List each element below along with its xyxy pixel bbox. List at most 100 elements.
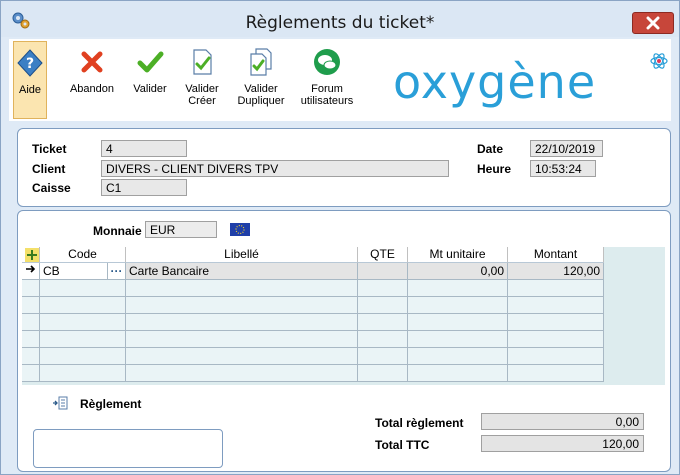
cross-icon xyxy=(81,51,103,73)
empty-cell[interactable] xyxy=(508,280,604,297)
window-title: Règlements du ticket* xyxy=(245,13,435,33)
empty-cell[interactable] xyxy=(358,365,408,382)
empty-cell[interactable] xyxy=(508,331,604,348)
empty-cell[interactable] xyxy=(358,280,408,297)
cell-libelle[interactable]: Carte Bancaire xyxy=(126,263,358,280)
heure-label: Heure xyxy=(477,162,512,176)
ticket-info-panel: Ticket 4 Client DIVERS - CLIENT DIVERS T… xyxy=(17,128,671,207)
empty-cell[interactable] xyxy=(358,314,408,331)
empty-cell[interactable] xyxy=(358,331,408,348)
reglement-list-icon xyxy=(53,396,68,410)
empty-cell[interactable] xyxy=(126,365,358,382)
cell-montant[interactable]: 120,00 xyxy=(508,263,604,280)
empty-cell[interactable] xyxy=(40,365,126,382)
empty-cell[interactable] xyxy=(126,297,358,314)
empty-cell[interactable] xyxy=(126,348,358,365)
valider-label: Valider xyxy=(133,83,167,95)
row-indicator xyxy=(22,263,40,280)
empty-cell[interactable] xyxy=(40,348,126,365)
close-button[interactable] xyxy=(632,12,674,34)
toolbar: ? Aide Abandon Valider Valider Créer Val… xyxy=(9,39,671,121)
add-row-icon xyxy=(25,248,39,262)
empty-cell[interactable] xyxy=(408,314,508,331)
empty-cell[interactable] xyxy=(358,348,408,365)
total-reglement-label: Total règlement xyxy=(375,416,464,430)
empty-cell xyxy=(22,297,40,314)
empty-cell[interactable] xyxy=(408,331,508,348)
svg-text:?: ? xyxy=(26,56,34,72)
empty-cell[interactable] xyxy=(126,280,358,297)
cell-code[interactable]: CB xyxy=(40,263,108,280)
col-header-qte[interactable]: QTE xyxy=(358,247,408,263)
doc-check-icon xyxy=(193,49,212,75)
forum-button[interactable]: Forum utilisateurs xyxy=(299,41,355,119)
total-reglement-field: 0,00 xyxy=(481,413,644,430)
empty-cell[interactable] xyxy=(408,280,508,297)
monnaie-label: Monnaie xyxy=(93,224,142,238)
col-header-montant[interactable]: Montant xyxy=(508,247,604,263)
cell-mt-unitaire[interactable]: 0,00 xyxy=(408,263,508,280)
empty-cell[interactable] xyxy=(508,365,604,382)
empty-cell[interactable] xyxy=(408,297,508,314)
client-label: Client xyxy=(32,162,66,176)
valider-creer-button[interactable]: Valider Créer xyxy=(179,41,225,119)
empty-cell[interactable] xyxy=(508,314,604,331)
ticket-label: Ticket xyxy=(32,142,67,156)
col-header-libelle[interactable]: Libellé xyxy=(126,247,358,263)
oxygene-logo: oxygène xyxy=(393,55,597,109)
ticket-field[interactable]: 4 xyxy=(101,140,187,157)
ellipsis-icon: ··· xyxy=(110,264,123,278)
window: Règlements du ticket* ? Aide Abandon Val… xyxy=(0,0,680,475)
doc-copy-check-icon xyxy=(250,48,272,76)
empty-cell[interactable] xyxy=(408,365,508,382)
col-header-code[interactable]: Code xyxy=(40,247,126,263)
reglement-notes-box[interactable] xyxy=(33,429,223,468)
aide-button[interactable]: ? Aide xyxy=(13,41,47,119)
reglements-grid: Code Libellé QTE Mt unitaire Montant CB … xyxy=(22,247,665,385)
empty-cell[interactable] xyxy=(358,297,408,314)
empty-cell[interactable] xyxy=(40,314,126,331)
close-icon xyxy=(646,16,660,30)
abandon-label: Abandon xyxy=(69,83,115,95)
atom-icon xyxy=(650,53,668,69)
empty-cell[interactable] xyxy=(126,314,358,331)
caisse-label: Caisse xyxy=(32,181,71,195)
reglements-panel: Monnaie EUR Code Libellé QTE Mt unitaire… xyxy=(17,210,671,472)
abandon-button[interactable]: Abandon xyxy=(67,41,117,119)
title-bar: Règlements du ticket* xyxy=(1,1,679,37)
empty-cell xyxy=(22,314,40,331)
valider-dupliquer-button[interactable]: Valider Dupliquer xyxy=(233,41,289,119)
date-field[interactable]: 22/10/2019 xyxy=(530,140,603,157)
total-ttc-field: 120,00 xyxy=(481,435,644,452)
client-field[interactable]: DIVERS - CLIENT DIVERS TPV xyxy=(101,160,449,177)
monnaie-field[interactable]: EUR xyxy=(145,221,217,238)
reglement-label: Règlement xyxy=(80,397,142,411)
empty-cell[interactable] xyxy=(40,331,126,348)
empty-cell[interactable] xyxy=(40,280,126,297)
caisse-field[interactable]: C1 xyxy=(101,179,187,196)
cell-qte[interactable] xyxy=(358,263,408,280)
valider-button[interactable]: Valider xyxy=(127,41,173,119)
lookup-button[interactable]: ··· xyxy=(108,263,126,280)
total-ttc-label: Total TTC xyxy=(375,438,430,452)
empty-cell[interactable] xyxy=(508,297,604,314)
date-label: Date xyxy=(477,142,504,156)
empty-cell[interactable] xyxy=(40,297,126,314)
empty-cell[interactable] xyxy=(508,348,604,365)
help-icon: ? xyxy=(17,49,43,77)
forum-icon xyxy=(314,49,340,75)
empty-cell xyxy=(22,365,40,382)
col-header-mt-unitaire[interactable]: Mt unitaire xyxy=(408,247,508,263)
forum-label: Forum utilisateurs xyxy=(300,83,354,107)
aide-label: Aide xyxy=(18,84,42,96)
arrow-right-icon xyxy=(26,265,36,273)
empty-cell[interactable] xyxy=(408,348,508,365)
eu-flag-icon xyxy=(230,223,250,236)
heure-field[interactable]: 10:53:24 xyxy=(530,160,596,177)
valider-dupliquer-label: Valider Dupliquer xyxy=(237,83,285,107)
empty-cell xyxy=(22,280,40,297)
valider-creer-label: Valider Créer xyxy=(185,83,219,107)
check-icon xyxy=(137,51,164,73)
grid-corner[interactable] xyxy=(22,247,40,263)
empty-cell[interactable] xyxy=(126,331,358,348)
